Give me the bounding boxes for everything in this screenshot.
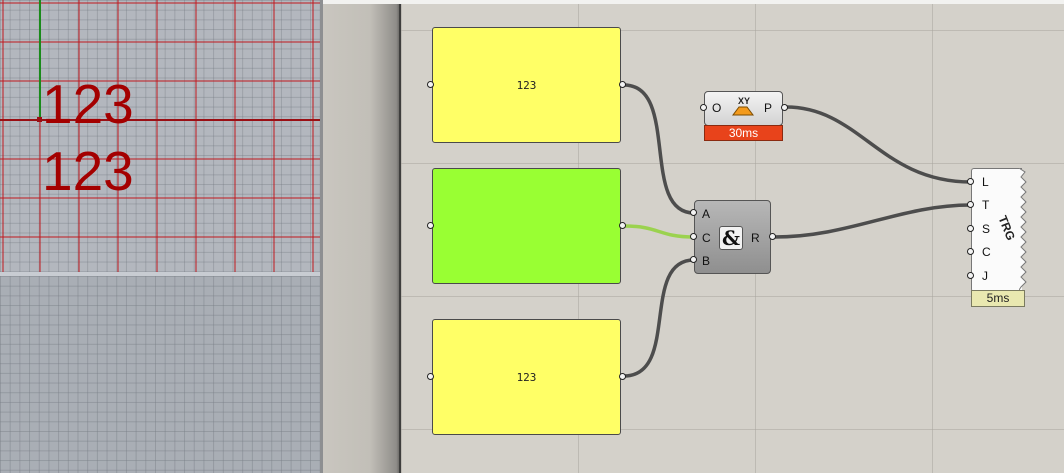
- viewport-major-grid: [0, 0, 320, 272]
- xy-time-badge: 30ms: [704, 125, 783, 141]
- xy-input-grip[interactable]: [700, 104, 707, 111]
- trg-input-c-label: C: [982, 245, 991, 259]
- panel-3-input-grip[interactable]: [427, 373, 434, 380]
- and-input-b-grip[interactable]: [690, 256, 697, 263]
- trg-input-c-grip[interactable]: [967, 248, 974, 255]
- viewport-text-1: 123: [42, 73, 134, 135]
- panel-2-input-grip[interactable]: [427, 222, 434, 229]
- and-gate-component[interactable]: A C B & R: [694, 200, 771, 274]
- xy-output-label: P: [764, 101, 773, 115]
- and-input-a-grip[interactable]: [690, 209, 697, 216]
- and-input-b-label: B: [702, 254, 711, 268]
- xy-plane-icon: XY: [730, 95, 756, 117]
- trg-input-t-grip[interactable]: [967, 201, 974, 208]
- trg-input-s-label: S: [982, 222, 991, 236]
- trg-title: TRG: [995, 213, 1018, 243]
- panel-3[interactable]: 123: [432, 319, 621, 435]
- trg-input-l-label: L: [982, 175, 989, 189]
- and-output-grip[interactable]: [769, 233, 776, 240]
- and-input-a-label: A: [702, 207, 711, 221]
- viewport-text-2: 123: [42, 140, 134, 202]
- panel-1-output-grip[interactable]: [619, 81, 626, 88]
- and-input-c-label: C: [702, 231, 711, 245]
- trg-input-s-grip[interactable]: [967, 225, 974, 232]
- panel-1-input-grip[interactable]: [427, 81, 434, 88]
- trg-input-j-grip[interactable]: [967, 272, 974, 279]
- panel-2[interactable]: [432, 168, 621, 284]
- trg-input-j-label: J: [982, 269, 988, 283]
- rhino-viewport[interactable]: 123 123: [0, 0, 320, 473]
- xy-output-grip[interactable]: [781, 104, 788, 111]
- trg-input-t-label: T: [982, 198, 990, 212]
- and-output-label: R: [751, 231, 760, 245]
- svg-text:XY: XY: [738, 96, 750, 106]
- trg-input-l-grip[interactable]: [967, 178, 974, 185]
- trg-time-badge: 5ms: [971, 290, 1025, 307]
- xy-input-label: O: [712, 101, 722, 115]
- xy-plane-component[interactable]: O XY P: [704, 91, 783, 126]
- ampersand-icon: &: [719, 226, 743, 250]
- canvas-edge-shadow: [323, 4, 401, 473]
- trigger-zigzag-edge: [1019, 168, 1027, 290]
- trigger-component[interactable]: L T S C J TRG: [971, 168, 1022, 292]
- and-input-c-grip[interactable]: [690, 233, 697, 240]
- viewport-grid-bottom: [0, 276, 320, 473]
- panel-2-output-grip[interactable]: [619, 222, 626, 229]
- panel-3-output-grip[interactable]: [619, 373, 626, 380]
- panel-1[interactable]: 123: [432, 27, 621, 143]
